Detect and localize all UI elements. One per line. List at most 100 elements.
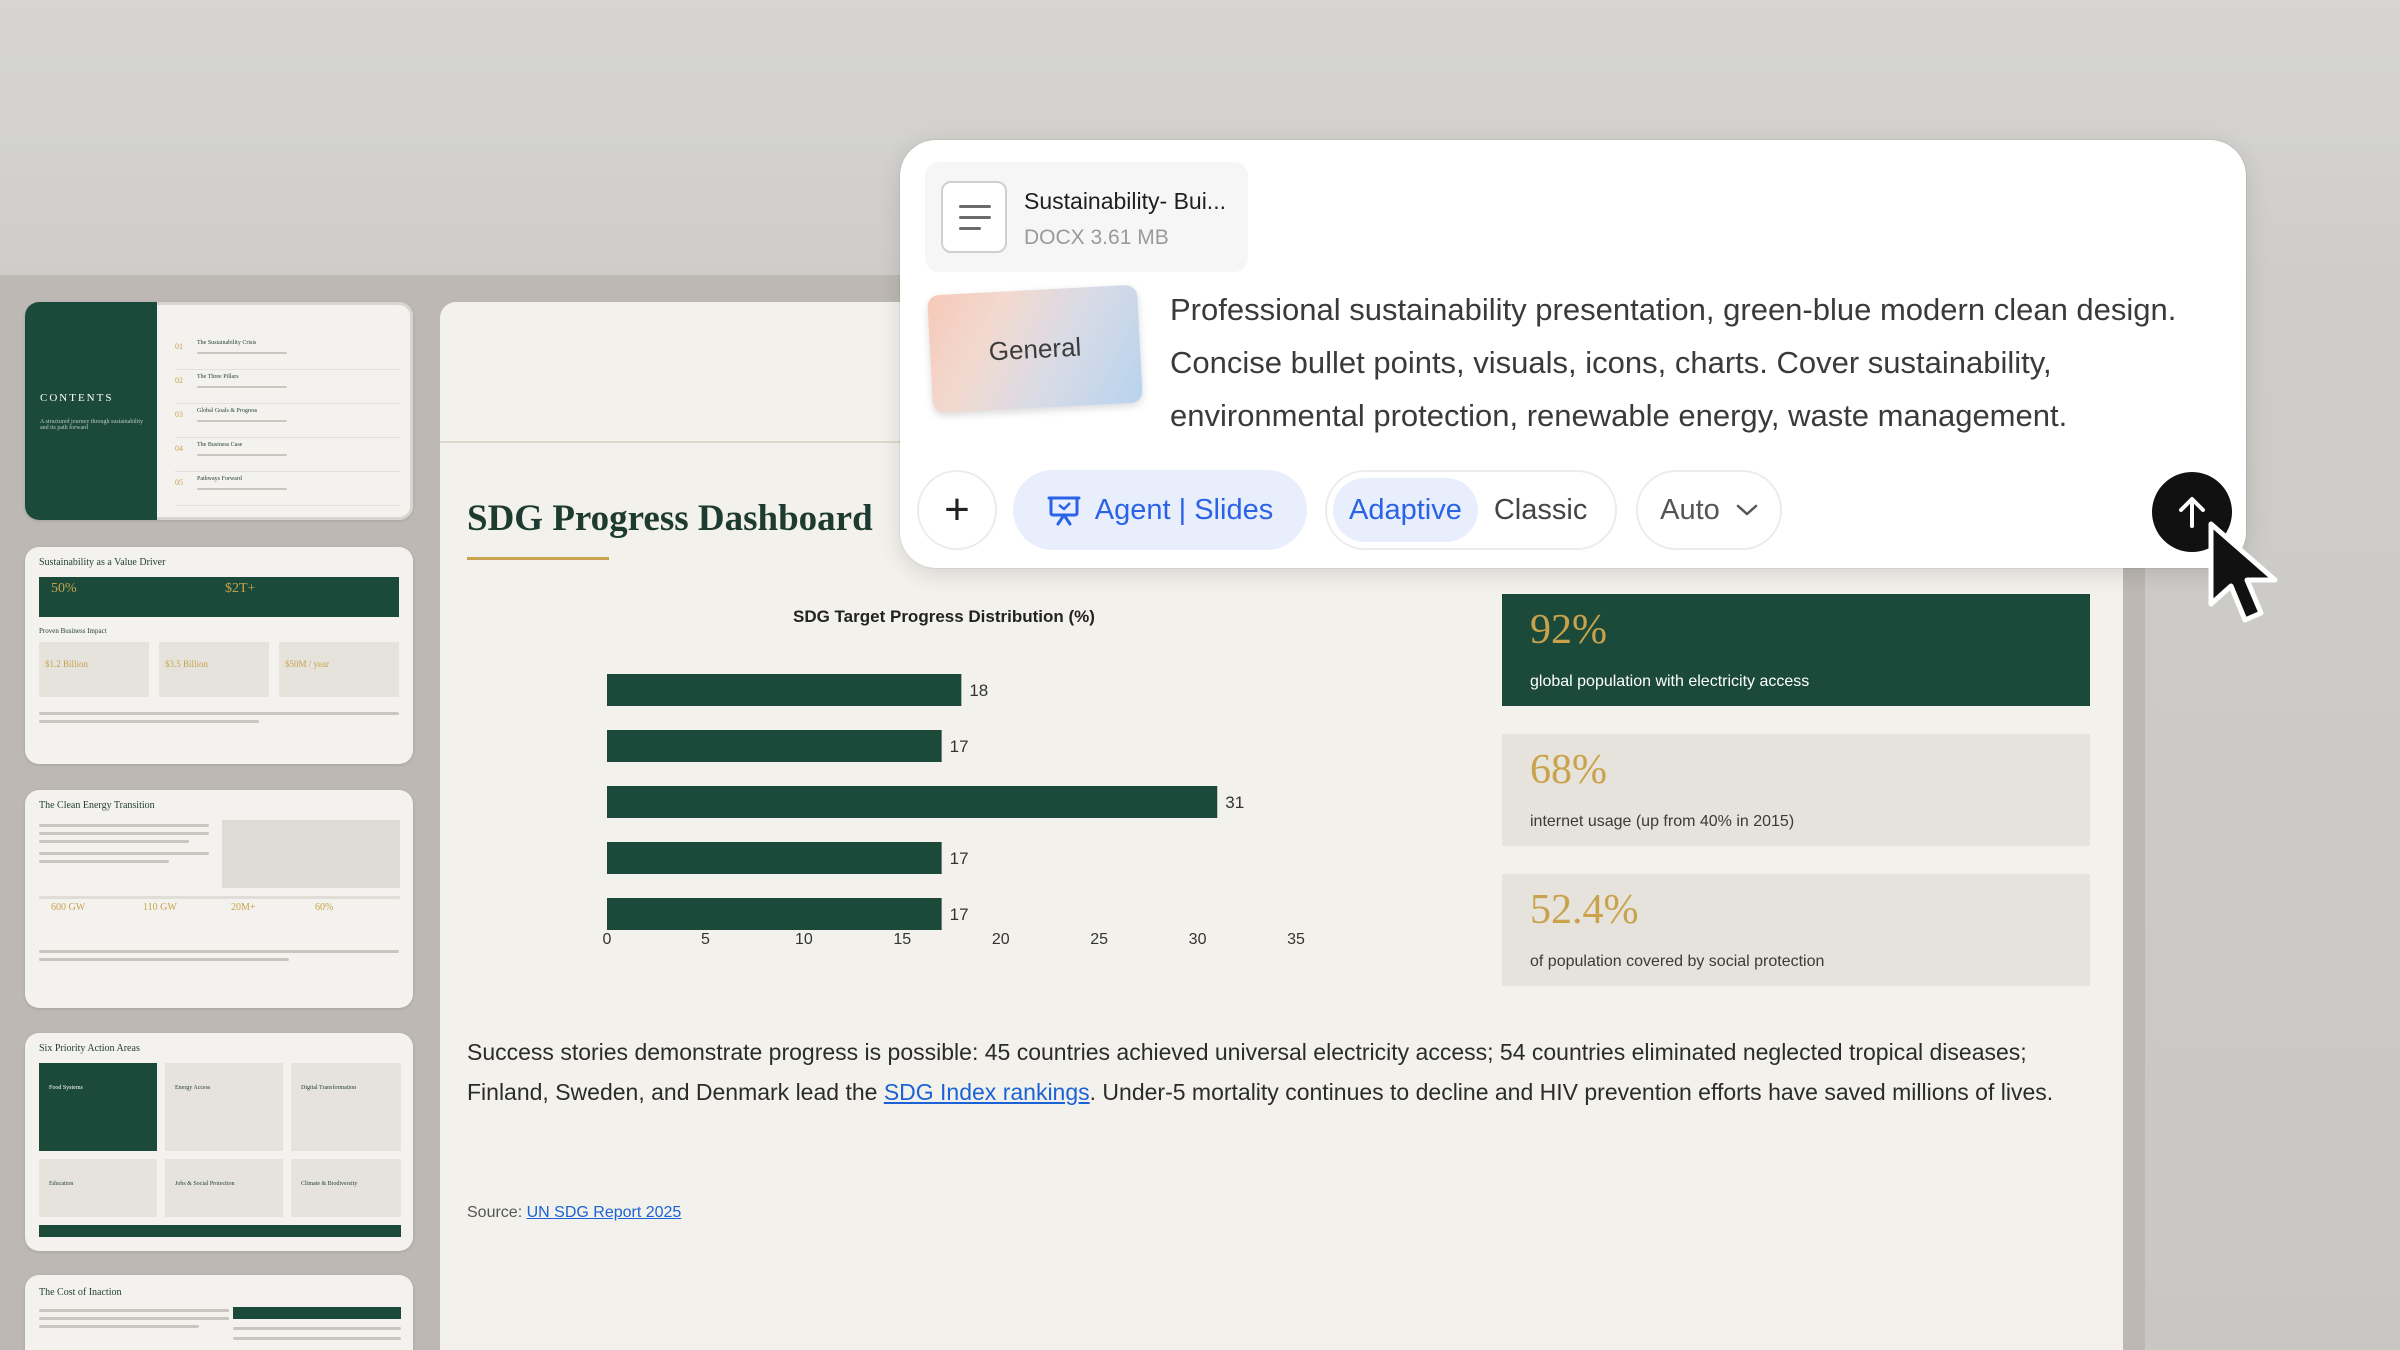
body-paragraph: Success stories demonstrate progress is … bbox=[467, 1032, 2087, 1112]
chart-title: SDG Target Progress Distribution (%) bbox=[793, 607, 1095, 626]
stat-value: 92% bbox=[1530, 607, 1607, 653]
plus-icon: + bbox=[944, 485, 970, 534]
bar-value-label: 18 bbox=[969, 681, 988, 700]
slide-title[interactable]: SDG Progress Dashboard bbox=[467, 497, 873, 540]
source-citation: Source: UN SDG Report 2025 bbox=[467, 1204, 681, 1222]
thumb-figure: $1.2 Billion bbox=[45, 659, 89, 669]
style-preset-label: General bbox=[988, 331, 1082, 367]
agent-slides-label: Agent | Slides bbox=[1094, 493, 1274, 526]
source-label: Source: bbox=[467, 1204, 527, 1221]
stat-card-internet[interactable]: 68% internet usage (up from 40% in 2015) bbox=[1502, 734, 2090, 846]
thumb-toc-label: The Three Pillars bbox=[197, 374, 239, 380]
body-text-part: . Under-5 mortality continues to decline… bbox=[1089, 1079, 2054, 1105]
title-underline bbox=[467, 557, 609, 560]
thumb-figure: 110 GW bbox=[143, 902, 177, 913]
auto-dropdown-label: Auto bbox=[1660, 493, 1720, 526]
thumb-area: Jobs & Social Protection bbox=[175, 1181, 235, 1187]
x-tick-label: 5 bbox=[701, 931, 710, 948]
stat-value: 52.4% bbox=[1530, 887, 1639, 933]
thumb-toc-number: 04 bbox=[175, 444, 183, 453]
thumb-figure: 60% bbox=[315, 902, 334, 913]
slide-thumbnail-3[interactable]: The Clean Energy Transition 600 GW 110 G… bbox=[25, 790, 413, 1008]
stat-card-social-protection[interactable]: 52.4% of population covered by social pr… bbox=[1502, 874, 2090, 986]
bar-chart[interactable]: 18 17 31 17 17 0 5 10 15 20 25 30 35 bbox=[567, 652, 1407, 962]
bar-value-label: 17 bbox=[950, 737, 969, 756]
thumb-area: Education bbox=[49, 1181, 74, 1187]
thumb-toc-label: The Business Case bbox=[197, 442, 243, 448]
mode-classic[interactable]: Classic bbox=[1478, 478, 1603, 542]
thumb-figure: $50M / year bbox=[285, 659, 329, 669]
slide-thumbnail-1[interactable]: CONTENTS A structured journey through su… bbox=[25, 302, 413, 520]
thumb-toc-label: The Sustainability Crisis bbox=[197, 340, 257, 346]
slide-thumbnail-4[interactable]: Six Priority Action Areas Food Systems E… bbox=[25, 1033, 413, 1251]
x-tick-label: 25 bbox=[1090, 931, 1108, 948]
thumb-title: The Clean Energy Transition bbox=[39, 800, 155, 811]
thumb-area: Digital Transformation bbox=[301, 1085, 357, 1091]
thumb-stat: $2T+ bbox=[225, 581, 256, 596]
thumb-title: Sustainability as a Value Driver bbox=[39, 557, 166, 568]
stat-label: global population with electricity acces… bbox=[1530, 673, 1810, 690]
thumb-stat: 50% bbox=[51, 581, 77, 596]
source-link[interactable]: UN SDG Report 2025 bbox=[527, 1204, 682, 1221]
thumb-title: The Cost of Inaction bbox=[39, 1287, 122, 1298]
bar-value-label: 17 bbox=[950, 905, 969, 924]
add-attachment-button[interactable]: + bbox=[917, 470, 997, 550]
chart-bar[interactable] bbox=[607, 842, 942, 874]
x-tick-label: 30 bbox=[1189, 931, 1207, 948]
style-preset-card[interactable]: General bbox=[927, 284, 1143, 414]
layout-mode-toggle: Adaptive Classic bbox=[1325, 470, 1617, 550]
thumb-area: Energy Access bbox=[175, 1085, 211, 1091]
bar-value-label: 17 bbox=[950, 849, 969, 868]
file-meta: DOCX 3.61 MB bbox=[1024, 226, 1169, 249]
x-tick-label: 20 bbox=[992, 931, 1010, 948]
chevron-down-icon bbox=[1736, 504, 1758, 516]
slide-thumbnail-2[interactable]: Sustainability as a Value Driver 50% $2T… bbox=[25, 547, 413, 764]
thumb-toc-item: 03 Global Goals & Progress bbox=[175, 408, 400, 438]
bar-value-label: 31 bbox=[1225, 793, 1244, 812]
mouse-cursor-icon bbox=[2208, 521, 2278, 623]
prompt-input[interactable]: Professional sustainability presentation… bbox=[1170, 283, 2220, 442]
thumb-toc-label: Pathways Forward bbox=[197, 476, 242, 482]
thumb-area: Climate & Biodiversity bbox=[301, 1181, 358, 1187]
stat-card-electricity[interactable]: 92% global population with electricity a… bbox=[1502, 594, 2090, 706]
chart-bar[interactable] bbox=[607, 730, 942, 762]
agent-slides-button[interactable]: Agent | Slides bbox=[1013, 470, 1307, 550]
auto-dropdown[interactable]: Auto bbox=[1636, 470, 1782, 550]
file-name: Sustainability- Bui... bbox=[1024, 188, 1226, 214]
x-tick-label: 15 bbox=[893, 931, 911, 948]
chart-bar[interactable] bbox=[607, 786, 1218, 818]
thumb-figure: 20M+ bbox=[231, 902, 256, 913]
chart-bar[interactable] bbox=[607, 674, 962, 706]
thumb-toc-number: 02 bbox=[175, 376, 183, 385]
slide-thumbnail-5[interactable]: The Cost of Inaction bbox=[25, 1275, 413, 1350]
x-tick-label: 35 bbox=[1287, 931, 1305, 948]
mode-adaptive[interactable]: Adaptive bbox=[1333, 478, 1478, 542]
thumb-toc-label: Global Goals & Progress bbox=[197, 408, 258, 414]
presentation-icon bbox=[1047, 496, 1081, 526]
stat-value: 68% bbox=[1530, 747, 1607, 793]
thumb-area: Food Systems bbox=[49, 1085, 83, 1091]
stat-label: internet usage (up from 40% in 2015) bbox=[1530, 813, 1795, 830]
thumb-toc-item: 05 Pathways Forward bbox=[175, 476, 400, 506]
x-tick-label: 0 bbox=[603, 931, 612, 948]
chart-bar[interactable] bbox=[607, 898, 942, 930]
thumb-toc-item: 01 The Sustainability Crisis bbox=[175, 340, 400, 370]
thumb-figure: $3.5 Billion bbox=[165, 659, 209, 669]
thumb-toc-number: 03 bbox=[175, 410, 183, 419]
thumb-toc-item: 04 The Business Case bbox=[175, 442, 400, 472]
thumb-figure: 600 GW bbox=[51, 902, 86, 913]
thumb-subtitle: A structured journey through sustainabil… bbox=[40, 419, 143, 431]
document-icon bbox=[941, 181, 1007, 253]
thumb-toc-item: 02 The Three Pillars bbox=[175, 374, 400, 404]
thumb-title: CONTENTS bbox=[40, 392, 114, 404]
prompt-panel: Sustainability- Bui... DOCX 3.61 MB Gene… bbox=[900, 140, 2246, 568]
x-tick-label: 10 bbox=[795, 931, 813, 948]
thumb-section: Proven Business Impact bbox=[39, 627, 107, 635]
thumb-toc-number: 01 bbox=[175, 342, 183, 351]
attached-file-chip[interactable]: Sustainability- Bui... DOCX 3.61 MB bbox=[925, 162, 1248, 272]
sdg-index-link[interactable]: SDG Index rankings bbox=[884, 1079, 1090, 1105]
thumb-title: Six Priority Action Areas bbox=[39, 1043, 140, 1054]
header-divider bbox=[440, 441, 910, 443]
stat-label: of population covered by social protecti… bbox=[1530, 953, 1825, 970]
thumb-toc-number: 05 bbox=[175, 478, 183, 487]
